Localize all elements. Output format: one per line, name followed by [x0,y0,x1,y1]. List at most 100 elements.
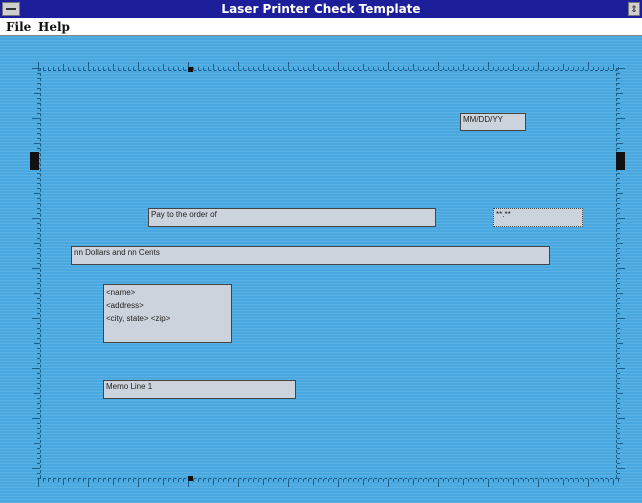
ruler-tick [543,479,544,482]
ruler-tick [617,463,620,464]
ruler-tick [383,67,384,70]
ruler-tick [368,67,369,70]
left-ruler [28,68,41,479]
ruler-tick [248,479,249,482]
ruler-tick [438,479,439,487]
ruler-tick [37,273,40,274]
ruler-tick [617,128,620,129]
window-title: Laser Printer Check Template [221,2,421,16]
ruler-tick [293,67,294,70]
ruler-tick [617,358,620,359]
ruler-tick [128,479,129,482]
ruler-tick [538,479,539,487]
ruler-tick [508,67,509,70]
ruler-tick [108,67,109,70]
ruler-tick [617,418,625,419]
bottom-margin-handle[interactable] [188,476,193,481]
ruler-tick [37,123,40,124]
ruler-tick [248,67,249,70]
ruler-tick [37,328,40,329]
ruler-tick [148,67,149,70]
amount-field[interactable]: **.** [493,208,583,227]
ruler-tick [32,68,40,69]
ruler-tick [258,479,259,482]
ruler-tick [613,64,614,70]
address-block[interactable]: <name> <address> <city, state> <zip> [103,284,232,343]
ruler-tick [578,67,579,70]
ruler-tick [243,479,244,482]
date-field[interactable]: MM/DD/YY [460,113,526,131]
ruler-tick [617,368,625,369]
ruler-tick [583,67,584,70]
ruler-tick [343,67,344,70]
ruler-tick [223,479,224,482]
ruler-tick [37,198,40,199]
top-margin-handle[interactable] [188,67,193,72]
ruler-tick [128,67,129,70]
ruler-tick [473,67,474,70]
right-margin-handle[interactable] [616,152,625,170]
ruler-tick [617,263,620,264]
ruler-tick [617,303,620,304]
ruler-tick [617,293,623,294]
ruler-tick [32,318,40,319]
ruler-tick [37,333,40,334]
ruler-tick [37,388,40,389]
ruler-tick [617,93,623,94]
ruler-tick [123,67,124,70]
ruler-tick [34,343,40,344]
ruler-tick [53,67,54,70]
ruler-tick [518,479,519,482]
ruler-tick [37,473,40,474]
check-template-canvas[interactable] [0,36,642,503]
ruler-tick [333,67,334,70]
ruler-tick [343,479,344,482]
ruler-tick [37,413,40,414]
address-name-line: <name> [106,288,136,297]
ruler-tick [593,67,594,70]
ruler-tick [37,408,40,409]
memo-field[interactable]: Memo Line 1 [103,380,296,399]
ruler-tick [32,368,40,369]
ruler-tick [37,308,40,309]
ruler-tick [37,233,40,234]
payee-field[interactable]: Pay to the order of [148,208,436,227]
ruler-tick [558,67,559,70]
ruler-tick [63,479,64,485]
ruler-tick [373,67,374,70]
ruler-tick [617,183,620,184]
ruler-tick [68,67,69,70]
ruler-tick [273,479,274,482]
ruler-tick [618,479,619,482]
ruler-tick [223,67,224,70]
amount-text-field[interactable]: nn Dollars and nn Cents [71,246,550,265]
ruler-tick [37,148,40,149]
ruler-tick [193,479,194,482]
ruler-tick [617,143,623,144]
ruler-tick [93,479,94,482]
ruler-tick [148,479,149,482]
menu-help[interactable]: Help [38,20,70,34]
menu-file[interactable]: File [6,20,31,34]
ruler-tick [617,218,625,219]
ruler-tick [398,479,399,482]
ruler-tick [568,479,569,482]
ruler-tick [443,67,444,70]
ruler-tick [468,67,469,70]
ruler-tick [68,479,69,482]
ruler-tick [617,323,620,324]
ruler-tick [88,479,89,487]
ruler-tick [563,64,564,70]
ruler-tick [533,479,534,482]
ruler-tick [348,479,349,482]
ruler-tick [37,178,40,179]
ruler-tick [617,118,625,119]
restore-icon[interactable]: ⇕ [628,2,640,16]
ruler-tick [388,62,389,70]
ruler-tick [478,67,479,70]
ruler-tick [488,479,489,487]
ruler-tick [443,479,444,482]
ruler-tick [34,293,40,294]
ruler-tick [37,263,40,264]
left-margin-handle[interactable] [30,152,39,170]
